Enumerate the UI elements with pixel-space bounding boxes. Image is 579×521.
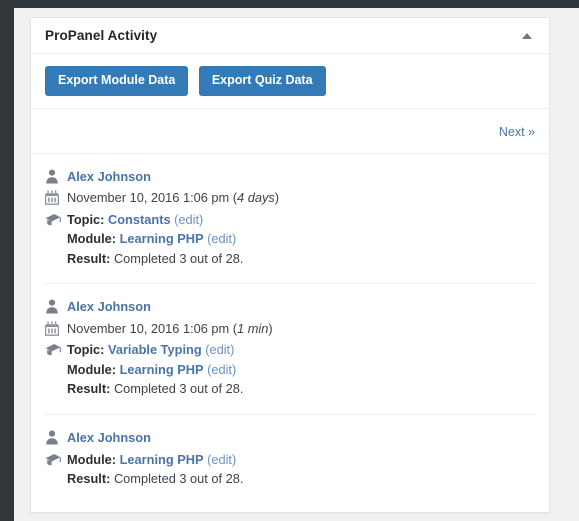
activity-user-row: Alex Johnson — [45, 429, 535, 448]
activity-user-row: Alex Johnson — [45, 168, 535, 187]
activity-item: Alex Johnson November 10, 2016 1:06 pm (4… — [45, 154, 535, 285]
export-module-data-button[interactable]: Export Module Data — [45, 66, 189, 96]
next-page-link[interactable]: Next » — [499, 125, 535, 139]
graduation-cap-icon — [45, 341, 67, 356]
user-icon — [45, 168, 67, 184]
activity-result-line: Result: Completed 3 out of 28. — [67, 380, 243, 399]
activity-list: Alex Johnson November 10, 2016 1:06 pm (4… — [31, 154, 549, 504]
module-link[interactable]: Learning PHP — [120, 452, 204, 467]
panel-body: Export Module Data Export Quiz Data Next… — [31, 54, 549, 504]
activity-item: Alex Johnson Module: Learning PHP (edit) R… — [45, 415, 535, 504]
topic-edit-link[interactable]: (edit) — [205, 342, 234, 357]
activity-user-link[interactable]: Alex Johnson — [67, 430, 151, 445]
activity-date-value: November 10, 2016 1:06 pm — [67, 320, 230, 336]
module-edit-link[interactable]: (edit) — [207, 452, 236, 467]
activity-details-row: Topic: Constants (edit) Module: Learning … — [45, 211, 535, 270]
pagination-bar: Next » — [31, 109, 549, 154]
topic-edit-link[interactable]: (edit) — [174, 212, 203, 227]
export-toolbar: Export Module Data Export Quiz Data — [31, 54, 549, 108]
topic-link[interactable]: Constants — [108, 212, 171, 227]
page-title: ProPanel Activity — [45, 28, 158, 43]
activity-module-line: Module: Learning PHP (edit) — [67, 361, 243, 380]
result-value: Completed 3 out of 28. — [113, 471, 244, 487]
module-label: Module: — [67, 231, 117, 247]
activity-result-line: Result: Completed 3 out of 28. — [67, 250, 243, 269]
topic-link[interactable]: Variable Typing — [108, 342, 202, 357]
result-value: Completed 3 out of 28. — [113, 250, 244, 266]
result-label: Result: — [67, 471, 111, 487]
module-label: Module: — [67, 451, 117, 467]
activity-date-row: November 10, 2016 1:06 pm (4 days) — [45, 189, 535, 208]
topic-label: Topic: — [67, 211, 105, 227]
activity-user-text: Alex Johnson — [67, 429, 151, 448]
result-label: Result: — [67, 250, 111, 266]
topic-label: Topic: — [67, 342, 105, 358]
activity-module-line: Module: Learning PHP (edit) — [67, 451, 243, 470]
user-icon — [45, 298, 67, 314]
activity-user-text: Alex Johnson — [67, 298, 151, 317]
activity-result-line: Result: Completed 3 out of 28. — [67, 470, 243, 489]
activity-timestamp: November 10, 2016 1:06 pm (1 min) — [67, 320, 273, 339]
module-label: Module: — [67, 361, 117, 377]
activity-relative-time: (1 min) — [232, 320, 273, 336]
activity-date-value: November 10, 2016 1:06 pm — [67, 190, 230, 206]
activity-module-line: Module: Learning PHP (edit) — [67, 230, 243, 249]
caret-up-icon[interactable] — [517, 26, 537, 46]
activity-topic-line: Topic: Constants (edit) — [67, 211, 243, 230]
activity-date-row: November 10, 2016 1:06 pm (1 min) — [45, 320, 535, 339]
caret-up-glyph — [522, 32, 532, 39]
activity-relative-time: (4 days) — [232, 190, 280, 206]
export-quiz-data-button[interactable]: Export Quiz Data — [198, 66, 326, 96]
activity-timestamp: November 10, 2016 1:06 pm (4 days) — [67, 189, 279, 208]
activity-details: Module: Learning PHP (edit) Result: Compl… — [67, 451, 243, 490]
calendar-icon — [45, 320, 67, 336]
calendar-icon — [45, 189, 67, 205]
graduation-cap-icon — [45, 451, 67, 466]
module-edit-link[interactable]: (edit) — [207, 231, 236, 246]
activity-user-text: Alex Johnson — [67, 168, 151, 187]
activity-user-row: Alex Johnson — [45, 298, 535, 317]
graduation-cap-icon — [45, 211, 67, 226]
activity-topic-line: Topic: Variable Typing (edit) — [67, 341, 243, 360]
activity-details-row: Topic: Variable Typing (edit) Module: Lea… — [45, 341, 535, 400]
user-icon — [45, 429, 67, 445]
activity-details-row: Module: Learning PHP (edit) Result: Compl… — [45, 451, 535, 490]
module-link[interactable]: Learning PHP — [120, 231, 204, 246]
module-edit-link[interactable]: (edit) — [207, 362, 236, 377]
activity-user-link[interactable]: Alex Johnson — [67, 299, 151, 314]
activity-details: Topic: Variable Typing (edit) Module: Lea… — [67, 341, 243, 400]
activity-item: Alex Johnson November 10, 2016 1:06 pm (1… — [45, 284, 535, 415]
propanel-activity-panel: ProPanel Activity Export Module Data Exp… — [30, 17, 550, 513]
activity-details: Topic: Constants (edit) Module: Learning … — [67, 211, 243, 270]
panel-header: ProPanel Activity — [31, 18, 549, 54]
result-label: Result: — [67, 381, 111, 397]
module-link[interactable]: Learning PHP — [120, 362, 204, 377]
result-value: Completed 3 out of 28. — [113, 381, 244, 397]
activity-user-link[interactable]: Alex Johnson — [67, 169, 151, 184]
